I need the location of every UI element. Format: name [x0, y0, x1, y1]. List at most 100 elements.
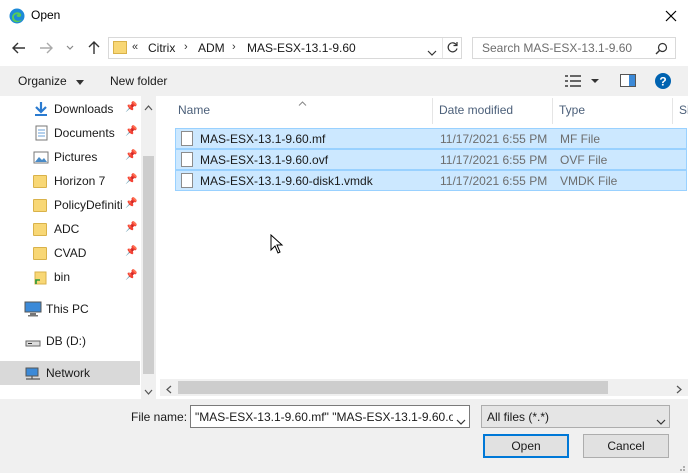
folder-icon: [33, 175, 47, 188]
nav-item-downloads[interactable]: Downloads 📌: [0, 97, 140, 121]
documents-icon: [33, 125, 49, 141]
open-button[interactable]: Open: [483, 434, 569, 458]
pin-icon: 📌: [125, 102, 138, 113]
mouse-pointer-icon: [270, 233, 284, 257]
pin-icon: 📌: [125, 150, 138, 161]
file-type: VMDK File: [560, 174, 618, 188]
scroll-right-icon[interactable]: [676, 383, 682, 397]
column-divider[interactable]: [672, 98, 673, 124]
folder-icon: [33, 223, 47, 236]
nav-item-horizon-7[interactable]: Horizon 7 📌: [0, 169, 140, 193]
folder-icon: [33, 199, 47, 212]
refresh-button[interactable]: [446, 41, 459, 57]
file-icon: [181, 152, 193, 167]
chevron-down-icon: [66, 45, 74, 50]
edge-browser-icon: [9, 8, 25, 24]
address-history-button[interactable]: [427, 45, 437, 59]
nav-scrollbar-thumb[interactable]: [143, 156, 154, 374]
scroll-left-icon[interactable]: [166, 383, 172, 397]
view-options-button[interactable]: [565, 74, 601, 91]
file-icon: [181, 173, 193, 188]
arrow-up-icon: [88, 41, 100, 54]
close-icon: [665, 10, 677, 22]
recent-locations-button[interactable]: [63, 38, 77, 58]
help-button[interactable]: ?: [655, 73, 671, 92]
window-title: Open: [31, 8, 61, 22]
preview-pane-button[interactable]: [620, 74, 636, 90]
nav-item-drive-d[interactable]: DB (D:): [0, 329, 140, 353]
scroll-up-icon[interactable]: [144, 100, 153, 114]
cancel-button[interactable]: Cancel: [583, 434, 669, 458]
search-placeholder: Search MAS-ESX-13.1-9.60: [482, 41, 633, 55]
file-type: OVF File: [560, 153, 608, 167]
downloads-icon: [33, 101, 49, 117]
file-type-filter-select[interactable]: All files (*.*): [481, 405, 670, 428]
chevron-right-icon[interactable]: ›: [184, 41, 188, 53]
horizontal-scrollbar-thumb[interactable]: [178, 381, 608, 394]
nav-item-policydefinitions[interactable]: PolicyDefiniti 📌: [0, 193, 140, 217]
file-name-label: File name:: [131, 410, 188, 424]
file-type: MF File: [560, 132, 600, 146]
column-divider[interactable]: [432, 98, 433, 124]
nav-item-network[interactable]: Network: [0, 361, 140, 385]
scroll-down-icon[interactable]: [144, 384, 153, 398]
file-icon: [181, 131, 193, 146]
chevron-right-icon[interactable]: ›: [232, 41, 236, 53]
divider: [442, 38, 443, 58]
nav-item-adc[interactable]: ADC 📌: [0, 217, 140, 241]
nav-item-bin[interactable]: bin 📌: [0, 265, 140, 289]
organize-label: Organize: [18, 74, 67, 88]
sort-ascending-icon: [298, 95, 307, 109]
svg-text:?: ?: [659, 75, 666, 89]
nav-item-pictures[interactable]: Pictures 📌: [0, 145, 140, 169]
new-folder-button[interactable]: New folder: [110, 74, 167, 88]
nav-item-documents[interactable]: Documents 📌: [0, 121, 140, 145]
refresh-icon: [447, 42, 458, 53]
file-name-value: "MAS-ESX-13.1-9.60.mf" "MAS-ESX-13.1-9.6…: [195, 410, 453, 424]
resize-grip-icon[interactable]: [676, 461, 686, 473]
folder-icon: [113, 41, 127, 54]
forward-button[interactable]: [36, 38, 56, 58]
file-row[interactable]: MAS-ESX-13.1-9.60-disk1.vmdk 11/17/2021 …: [175, 170, 687, 191]
up-button[interactable]: [84, 38, 104, 58]
column-header-size[interactable]: Size: [679, 103, 688, 117]
pin-icon: 📌: [125, 174, 138, 185]
file-name-input[interactable]: "MAS-ESX-13.1-9.60.mf" "MAS-ESX-13.1-9.6…: [190, 405, 470, 428]
address-bar[interactable]: « Citrix › ADM › MAS-ESX-13.1-9.60: [108, 37, 462, 59]
nav-item-this-pc[interactable]: This PC: [0, 297, 140, 321]
file-name: MAS-ESX-13.1-9.60.ovf: [200, 153, 329, 167]
organize-button[interactable]: Organize: [18, 74, 85, 88]
chevron-down-icon[interactable]: [456, 414, 466, 428]
breadcrumb-adm[interactable]: ADM: [198, 41, 225, 55]
search-input[interactable]: Search MAS-ESX-13.1-9.60: [472, 37, 676, 59]
help-icon: ?: [655, 73, 671, 89]
file-row[interactable]: MAS-ESX-13.1-9.60.ovf 11/17/2021 6:55 PM…: [175, 149, 687, 170]
arrow-left-icon: [12, 42, 25, 54]
network-icon: [24, 365, 42, 381]
breadcrumb-overflow[interactable]: «: [132, 41, 138, 53]
pin-icon: 📌: [125, 198, 138, 209]
breadcrumb-citrix[interactable]: Citrix: [148, 41, 175, 55]
file-type-filter-value: All files (*.*): [487, 410, 550, 424]
folder-icon: [33, 247, 47, 260]
close-button[interactable]: [654, 0, 688, 32]
computer-icon: [24, 301, 42, 317]
arrow-right-icon: [40, 42, 53, 54]
file-date: 11/17/2021 6:55 PM: [440, 153, 548, 167]
column-header-name[interactable]: Name: [178, 103, 210, 117]
column-divider[interactable]: [552, 98, 553, 124]
column-header-type[interactable]: Type: [559, 103, 585, 117]
back-button[interactable]: [9, 38, 29, 58]
chevron-down-icon: [656, 414, 666, 428]
details-view-icon: [565, 75, 599, 87]
pictures-icon: [33, 149, 49, 165]
file-name: MAS-ESX-13.1-9.60-disk1.vmdk: [200, 174, 373, 188]
pin-icon: 📌: [125, 246, 138, 257]
file-row[interactable]: MAS-ESX-13.1-9.60.mf 11/17/2021 6:55 PM …: [175, 128, 687, 149]
preview-pane-icon: [620, 74, 636, 87]
nav-item-cvad[interactable]: CVAD 📌: [0, 241, 140, 265]
chevron-down-icon: [427, 50, 437, 56]
column-header-date-modified[interactable]: Date modified: [439, 103, 513, 117]
chevron-down-icon: [76, 80, 85, 85]
breadcrumb-current-folder[interactable]: MAS-ESX-13.1-9.60: [247, 41, 356, 55]
